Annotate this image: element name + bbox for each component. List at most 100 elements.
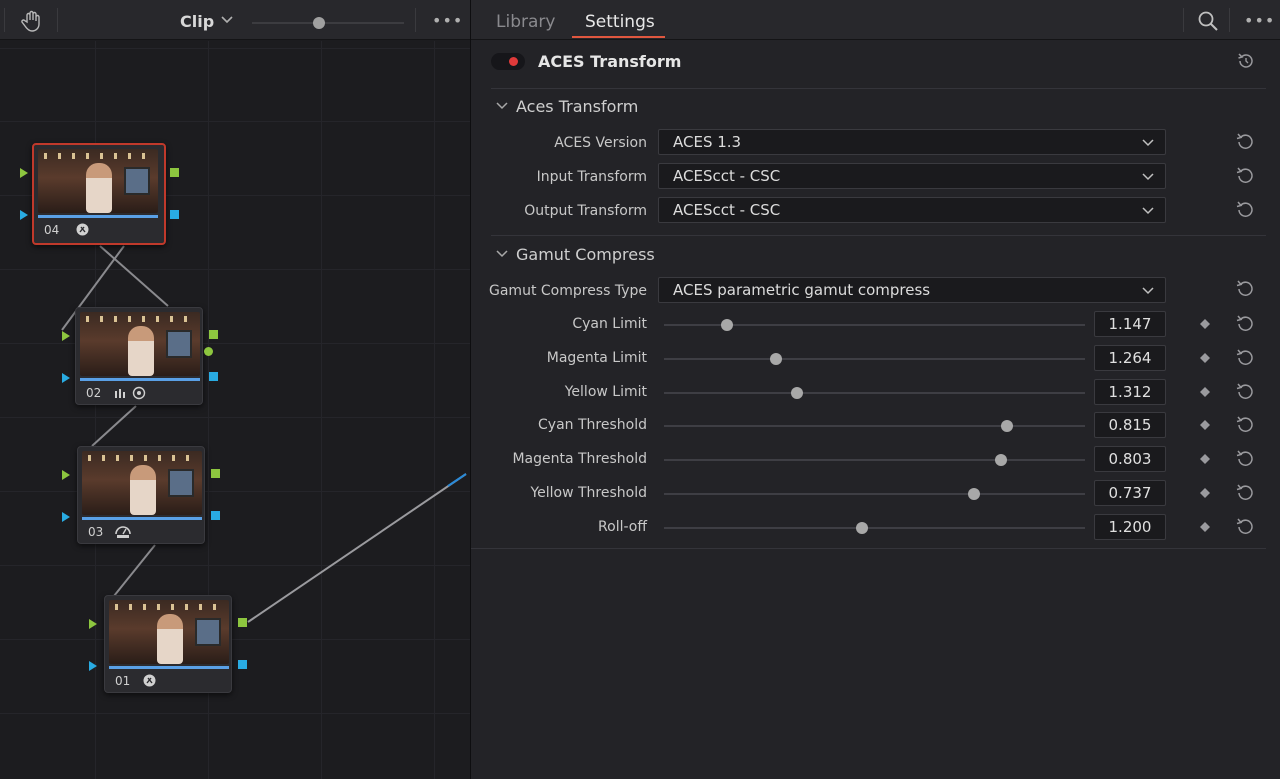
reset-icon[interactable] <box>1234 165 1256 187</box>
node-03-output-rgb-port[interactable] <box>211 469 220 478</box>
node-02-output-key-port[interactable] <box>204 347 213 356</box>
magenta-threshold-slider-knob[interactable] <box>994 454 1007 466</box>
node-thumbnail <box>109 600 229 664</box>
node-number: 04 <box>44 223 60 237</box>
reset-icon[interactable] <box>1234 516 1256 538</box>
yellow-limit-slider-knob[interactable] <box>790 387 803 399</box>
chevron-down-icon[interactable] <box>495 248 509 260</box>
yellow-threshold-value-field[interactable]: 0.737 <box>1094 480 1166 506</box>
magenta-threshold-label: Magenta Threshold <box>512 451 647 467</box>
tab-settings[interactable]: Settings <box>585 12 655 32</box>
cyan-limit-value-field[interactable]: 1.147 <box>1094 311 1166 337</box>
dropdown-value: ACES 1.3 <box>673 133 742 151</box>
node-04[interactable]: 04 <box>32 143 166 245</box>
node-number: 02 <box>86 386 102 400</box>
roll-off-label: Roll-off <box>598 519 647 535</box>
dropdown-value: ACES parametric gamut compress <box>673 281 931 299</box>
node-03-input-alpha-port[interactable] <box>62 512 70 522</box>
effect-reset-all-icon[interactable] <box>1236 51 1256 71</box>
node-01-input-alpha-port[interactable] <box>89 661 97 671</box>
node-02-input-rgb-port[interactable] <box>62 331 70 341</box>
cyan-threshold-slider-knob[interactable] <box>1001 420 1014 432</box>
node-01-output-rgb-port[interactable] <box>238 618 247 627</box>
node-01-input-rgb-port[interactable] <box>89 619 97 629</box>
keyframe-diamond-icon[interactable] <box>1200 319 1210 329</box>
node-03[interactable]: 03 <box>77 446 205 544</box>
reset-icon[interactable] <box>1234 482 1256 504</box>
input-transform-label: Input Transform <box>536 169 647 185</box>
chevron-down-icon <box>1142 207 1154 215</box>
cyan-limit-label: Cyan Limit <box>572 316 647 332</box>
node-thumbnail <box>82 451 202 515</box>
reset-icon[interactable] <box>1234 313 1256 335</box>
toolbar-divider <box>1183 8 1184 32</box>
keyframe-diamond-icon[interactable] <box>1200 420 1210 430</box>
aces-version-dropdown[interactable]: ACES 1.3 <box>658 129 1166 155</box>
yellow-limit-value-field[interactable]: 1.312 <box>1094 379 1166 405</box>
keyframe-diamond-icon[interactable] <box>1200 522 1210 532</box>
node-02-output-alpha-port[interactable] <box>209 372 218 381</box>
node-connections <box>61 245 467 623</box>
reset-icon[interactable] <box>1234 131 1256 153</box>
tab-library[interactable]: Library <box>496 12 555 32</box>
reset-icon[interactable] <box>1234 347 1256 369</box>
settings-more-button[interactable]: ••• <box>1244 11 1275 30</box>
node-03-input-rgb-port[interactable] <box>62 470 70 480</box>
yellow-threshold-slider[interactable] <box>664 493 1085 495</box>
keyframe-diamond-icon[interactable] <box>1200 454 1210 464</box>
cyan-threshold-value-field[interactable]: 0.815 <box>1094 412 1166 438</box>
node-number: 03 <box>88 525 104 539</box>
keyframe-diamond-icon[interactable] <box>1200 488 1210 498</box>
chevron-down-icon <box>1142 173 1154 181</box>
fx-icon <box>143 674 156 687</box>
section-divider <box>491 88 1266 89</box>
node-04-output-alpha-port[interactable] <box>170 210 179 219</box>
node-02-input-alpha-port[interactable] <box>62 373 70 383</box>
magenta-limit-slider[interactable] <box>664 358 1085 360</box>
roll-off-slider[interactable] <box>664 527 1085 529</box>
section-divider <box>491 235 1266 236</box>
chevron-down-icon <box>1142 287 1154 295</box>
magenta-limit-label: Magenta Limit <box>546 350 647 366</box>
gamut-compress-type-dropdown[interactable]: ACES parametric gamut compress <box>658 277 1166 303</box>
node-status-bar <box>38 215 158 218</box>
reset-icon[interactable] <box>1234 414 1256 436</box>
effect-enable-toggle[interactable] <box>491 53 525 70</box>
section-title-aces-transform[interactable]: Aces Transform <box>516 97 638 116</box>
aces-version-label: ACES Version <box>554 135 647 151</box>
reset-icon[interactable] <box>1234 448 1256 470</box>
yellow-limit-slider[interactable] <box>664 392 1085 394</box>
node-01[interactable]: 01 <box>104 595 232 693</box>
reset-icon[interactable] <box>1234 278 1256 300</box>
effects-tab-bar: Library Settings ••• <box>471 0 1280 40</box>
magenta-threshold-slider[interactable] <box>664 459 1085 461</box>
roll-off-value-field[interactable]: 1.200 <box>1094 514 1166 540</box>
cyan-limit-slider-knob[interactable] <box>721 319 734 331</box>
node-02[interactable]: 02 <box>75 307 203 405</box>
cyan-threshold-slider[interactable] <box>664 425 1085 427</box>
yellow-threshold-slider-knob[interactable] <box>968 488 981 500</box>
magenta-limit-value-field[interactable]: 1.264 <box>1094 345 1166 371</box>
node-04-output-rgb-port[interactable] <box>170 168 179 177</box>
dropdown-value: ACEScct - CSC <box>673 201 781 219</box>
magenta-limit-slider-knob[interactable] <box>769 353 782 365</box>
node-02-output-rgb-port[interactable] <box>209 330 218 339</box>
roll-off-slider-knob[interactable] <box>855 522 868 534</box>
input-transform-dropdown[interactable]: ACEScct - CSC <box>658 163 1166 189</box>
output-transform-dropdown[interactable]: ACEScct - CSC <box>658 197 1166 223</box>
node-04-input-rgb-port[interactable] <box>20 168 28 178</box>
chevron-down-icon[interactable] <box>495 100 509 112</box>
reset-icon[interactable] <box>1234 381 1256 403</box>
node-04-input-alpha-port[interactable] <box>20 210 28 220</box>
keyframe-diamond-icon[interactable] <box>1200 387 1210 397</box>
section-title-gamut-compress[interactable]: Gamut Compress <box>516 245 655 264</box>
search-icon[interactable] <box>1197 10 1219 32</box>
scopes-and-circle-icon <box>115 386 146 400</box>
toolbar-divider <box>1229 8 1230 32</box>
keyframe-diamond-icon[interactable] <box>1200 353 1210 363</box>
node-01-output-alpha-port[interactable] <box>238 660 247 669</box>
reset-icon[interactable] <box>1234 199 1256 221</box>
effect-header: ACES Transform <box>471 41 1280 85</box>
node-03-output-alpha-port[interactable] <box>211 511 220 520</box>
magenta-threshold-value-field[interactable]: 0.803 <box>1094 446 1166 472</box>
